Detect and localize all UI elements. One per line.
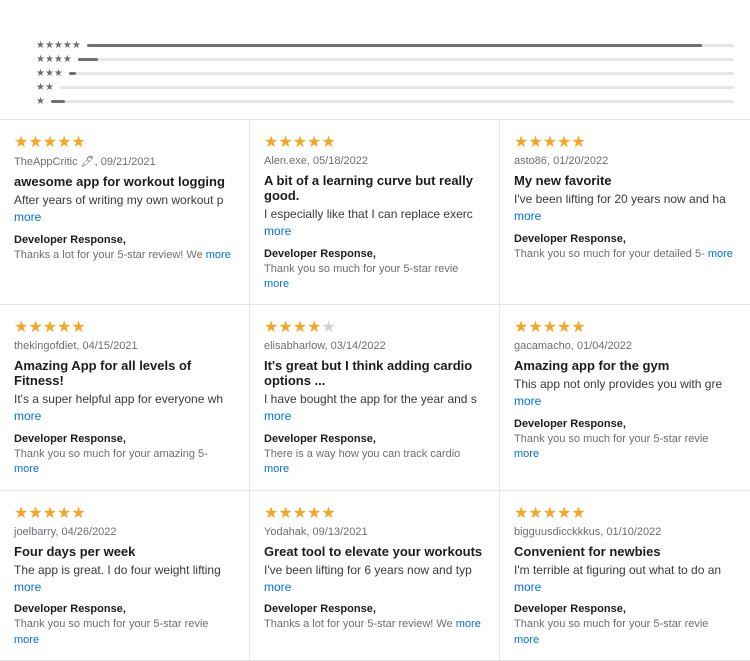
dev-response-label: Developer Response, bbox=[14, 603, 235, 615]
review-stars: ★★★★★ bbox=[264, 503, 485, 523]
review-title: Convenient for newbies bbox=[514, 544, 736, 559]
dev-response-label: Developer Response, bbox=[514, 233, 736, 245]
review-title: Four days per week bbox=[14, 544, 235, 559]
bar-row-4: ★★★★ bbox=[36, 54, 734, 65]
review-stars: ★★★★★ bbox=[514, 503, 736, 523]
review-card: ★★★★★ Yodahak, 09/13/2021 Great tool to … bbox=[250, 491, 500, 661]
review-meta: Yodahak, 09/13/2021 bbox=[264, 526, 485, 538]
dev-more-link[interactable]: more bbox=[264, 463, 289, 475]
bar-row-1: ★ bbox=[36, 96, 734, 107]
dev-response-label: Developer Response, bbox=[514, 418, 736, 430]
more-link[interactable]: more bbox=[14, 409, 41, 423]
review-stars: ★★★★★ bbox=[514, 317, 736, 337]
review-stars: ★★★★★ bbox=[264, 317, 485, 337]
review-card: ★★★★★ asto86, 01/20/2022 My new favorite… bbox=[500, 120, 750, 305]
more-link[interactable]: more bbox=[14, 580, 41, 594]
review-card: ★★★★★ thekingofdiet, 04/15/2021 Amazing … bbox=[0, 305, 250, 490]
dev-more-link[interactable]: more bbox=[514, 448, 539, 460]
bar-row-3: ★★★ bbox=[36, 68, 734, 79]
dev-response-label: Developer Response, bbox=[14, 433, 235, 445]
review-card: ★★★★★ Alen.exe, 05/18/2022 A bit of a le… bbox=[250, 120, 500, 305]
review-card: ★★★★★ joelbarry, 04/26/2022 Four days pe… bbox=[0, 491, 250, 661]
more-link[interactable]: more bbox=[14, 210, 41, 224]
review-stars: ★★★★★ bbox=[14, 317, 235, 337]
review-meta: TheAppCritic 🖊, 09/21/2021 bbox=[14, 155, 235, 168]
review-card: ★★★★★ elisabharlow, 03/14/2022 It's grea… bbox=[250, 305, 500, 490]
page-header bbox=[0, 0, 750, 22]
dev-response-label: Developer Response, bbox=[264, 433, 485, 445]
review-card: ★★★★★ bigguusdicckkkus, 01/10/2022 Conve… bbox=[500, 491, 750, 661]
review-card: ★★★★★ gacamacho, 01/04/2022 Amazing app … bbox=[500, 305, 750, 490]
dev-response-label: Developer Response, bbox=[14, 234, 235, 246]
rating-bars: ★★★★★ ★★★★ ★★★ ★★ ★ bbox=[36, 36, 734, 107]
review-body: It's a super helpful app for everyone wh… bbox=[14, 391, 235, 425]
review-stars: ★★★★★ bbox=[264, 132, 485, 152]
review-body: I especially like that I can replace exe… bbox=[264, 206, 485, 240]
dev-response-body: There is a way how you can track cardio … bbox=[264, 447, 485, 478]
review-meta: thekingofdiet, 04/15/2021 bbox=[14, 340, 235, 352]
summary-section: ★★★★★ ★★★★ ★★★ ★★ ★ bbox=[0, 22, 750, 119]
dev-more-link[interactable]: more bbox=[456, 618, 481, 630]
review-card: ★★★★★ TheAppCritic 🖊, 09/21/2021 awesome… bbox=[0, 120, 250, 305]
review-body: After years of writing my own workout p … bbox=[14, 192, 235, 226]
review-meta: elisabharlow, 03/14/2022 bbox=[264, 340, 485, 352]
review-stars: ★★★★★ bbox=[14, 503, 235, 523]
review-body: I've been lifting for 20 years now and h… bbox=[514, 191, 736, 225]
dev-response-body: Thank you so much for your 5-star revie … bbox=[264, 262, 485, 293]
dev-more-link[interactable]: more bbox=[708, 248, 733, 260]
more-link[interactable]: more bbox=[514, 394, 541, 408]
dev-more-link[interactable]: more bbox=[14, 463, 39, 475]
more-link[interactable]: more bbox=[264, 580, 291, 594]
dev-more-link[interactable]: more bbox=[206, 249, 231, 261]
review-meta: joelbarry, 04/26/2022 bbox=[14, 526, 235, 538]
review-title: My new favorite bbox=[514, 173, 736, 188]
more-link[interactable]: more bbox=[514, 209, 541, 223]
review-title: Amazing App for all levels of Fitness! bbox=[14, 358, 235, 388]
review-meta: asto86, 01/20/2022 bbox=[514, 155, 736, 167]
dev-response-body: Thank you so much for your detailed 5- m… bbox=[514, 247, 736, 262]
dev-more-link[interactable]: more bbox=[264, 278, 289, 290]
dev-response-body: Thank you so much for your 5-star revie … bbox=[14, 617, 235, 648]
dev-response-body: Thank you so much for your 5-star revie … bbox=[514, 617, 736, 648]
review-title: awesome app for workout logging bbox=[14, 174, 235, 189]
dev-response-label: Developer Response, bbox=[264, 603, 485, 615]
bar-row-2: ★★ bbox=[36, 82, 734, 93]
dev-response-body: Thanks a lot for your 5-star review! We … bbox=[264, 617, 485, 632]
dev-response-label: Developer Response, bbox=[264, 248, 485, 260]
dev-more-link[interactable]: more bbox=[514, 634, 539, 646]
review-stars: ★★★★★ bbox=[14, 132, 235, 152]
dev-response-label: Developer Response, bbox=[514, 603, 736, 615]
dev-response-body: Thank you so much for your 5-star revie … bbox=[514, 432, 736, 463]
review-meta: bigguusdicckkkus, 01/10/2022 bbox=[514, 526, 736, 538]
dev-response-body: Thanks a lot for your 5-star review! We … bbox=[14, 248, 235, 263]
review-meta: Alen.exe, 05/18/2022 bbox=[264, 155, 485, 167]
bar-row-5: ★★★★★ bbox=[36, 40, 734, 51]
review-body: I have bought the app for the year and s… bbox=[264, 391, 485, 425]
review-meta: gacamacho, 01/04/2022 bbox=[514, 340, 736, 352]
more-link[interactable]: more bbox=[264, 224, 291, 238]
review-body: The app is great. I do four weight lifti… bbox=[14, 562, 235, 596]
more-link[interactable]: more bbox=[514, 580, 541, 594]
review-title: It's great but I think adding cardio opt… bbox=[264, 358, 485, 388]
review-title: Great tool to elevate your workouts bbox=[264, 544, 485, 559]
review-body: This app not only provides you with gre … bbox=[514, 376, 736, 410]
dev-more-link[interactable]: more bbox=[14, 634, 39, 646]
more-link[interactable]: more bbox=[264, 409, 291, 423]
review-title: A bit of a learning curve but really goo… bbox=[264, 173, 485, 203]
review-stars: ★★★★★ bbox=[514, 132, 736, 152]
review-body: I've been lifting for 6 years now and ty… bbox=[264, 562, 485, 596]
review-title: Amazing app for the gym bbox=[514, 358, 736, 373]
dev-response-body: Thank you so much for your amazing 5- mo… bbox=[14, 447, 235, 478]
review-body: I'm terrible at figuring out what to do … bbox=[514, 562, 736, 596]
reviews-grid: ★★★★★ TheAppCritic 🖊, 09/21/2021 awesome… bbox=[0, 119, 750, 661]
